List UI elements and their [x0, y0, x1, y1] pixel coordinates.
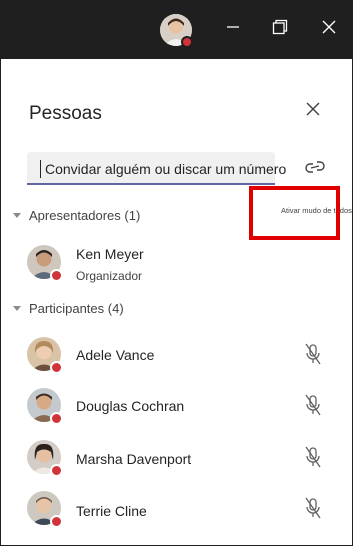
text-caret: [40, 160, 41, 178]
attendee-row[interactable]: Terrie Cline: [27, 491, 337, 535]
panel-close-button[interactable]: [302, 100, 324, 122]
status-badge: [50, 515, 63, 528]
mic-off-icon: [303, 343, 323, 370]
attendee-row[interactable]: Adele Vance: [27, 337, 337, 381]
attendee-row[interactable]: Marsha Davenport: [27, 440, 337, 484]
attendee-row[interactable]: Douglas Cochran: [27, 388, 337, 432]
user-status-badge: [181, 36, 193, 48]
restore-button[interactable]: [268, 17, 292, 41]
attendees-label: Participantes (4): [29, 301, 124, 316]
person-name: Adele Vance: [76, 347, 155, 363]
panel-title: Pessoas: [29, 103, 102, 124]
mic-off-icon: [303, 446, 323, 473]
chevron-down-icon: [13, 306, 21, 311]
chevron-down-icon: [13, 213, 21, 218]
invite-search-input[interactable]: Convidar alguém ou discar um número: [27, 152, 286, 185]
status-badge: [50, 412, 63, 425]
window-close-button[interactable]: [317, 17, 341, 41]
presenter-row[interactable]: Ken Meyer Organizador: [27, 245, 337, 289]
highlight-box: [249, 186, 340, 240]
status-badge: [50, 464, 63, 477]
mic-muted-button[interactable]: [303, 496, 323, 520]
mic-muted-button[interactable]: [303, 445, 323, 469]
mic-muted-button[interactable]: [303, 342, 323, 366]
person-name: Ken Meyer: [76, 246, 144, 262]
link-icon: [303, 161, 327, 181]
presenters-label: Apresentadores (1): [29, 208, 141, 223]
presenters-section-header[interactable]: Apresentadores (1): [13, 208, 140, 223]
status-badge: [50, 361, 63, 374]
search-placeholder: Convidar alguém ou discar um número: [45, 161, 287, 177]
person-name: Terrie Cline: [76, 503, 147, 519]
status-badge: [50, 269, 63, 282]
person-name: Marsha Davenport: [76, 451, 192, 467]
minimize-button[interactable]: [221, 17, 245, 41]
mic-muted-button[interactable]: [303, 393, 323, 417]
minimize-icon: [226, 20, 240, 39]
close-icon: [306, 102, 320, 121]
share-link-button[interactable]: [303, 157, 327, 177]
person-role: Organizador: [76, 269, 143, 283]
person-name: Douglas Cochran: [76, 398, 185, 414]
title-bar: [1, 1, 352, 59]
mic-off-icon: [303, 394, 323, 421]
people-panel-window: Pessoas Convidar alguém ou discar um núm…: [0, 0, 353, 546]
restore-icon: [272, 19, 288, 40]
close-icon: [322, 20, 336, 39]
mic-off-icon: [303, 497, 323, 524]
attendees-section-header[interactable]: Participantes (4): [13, 301, 124, 316]
